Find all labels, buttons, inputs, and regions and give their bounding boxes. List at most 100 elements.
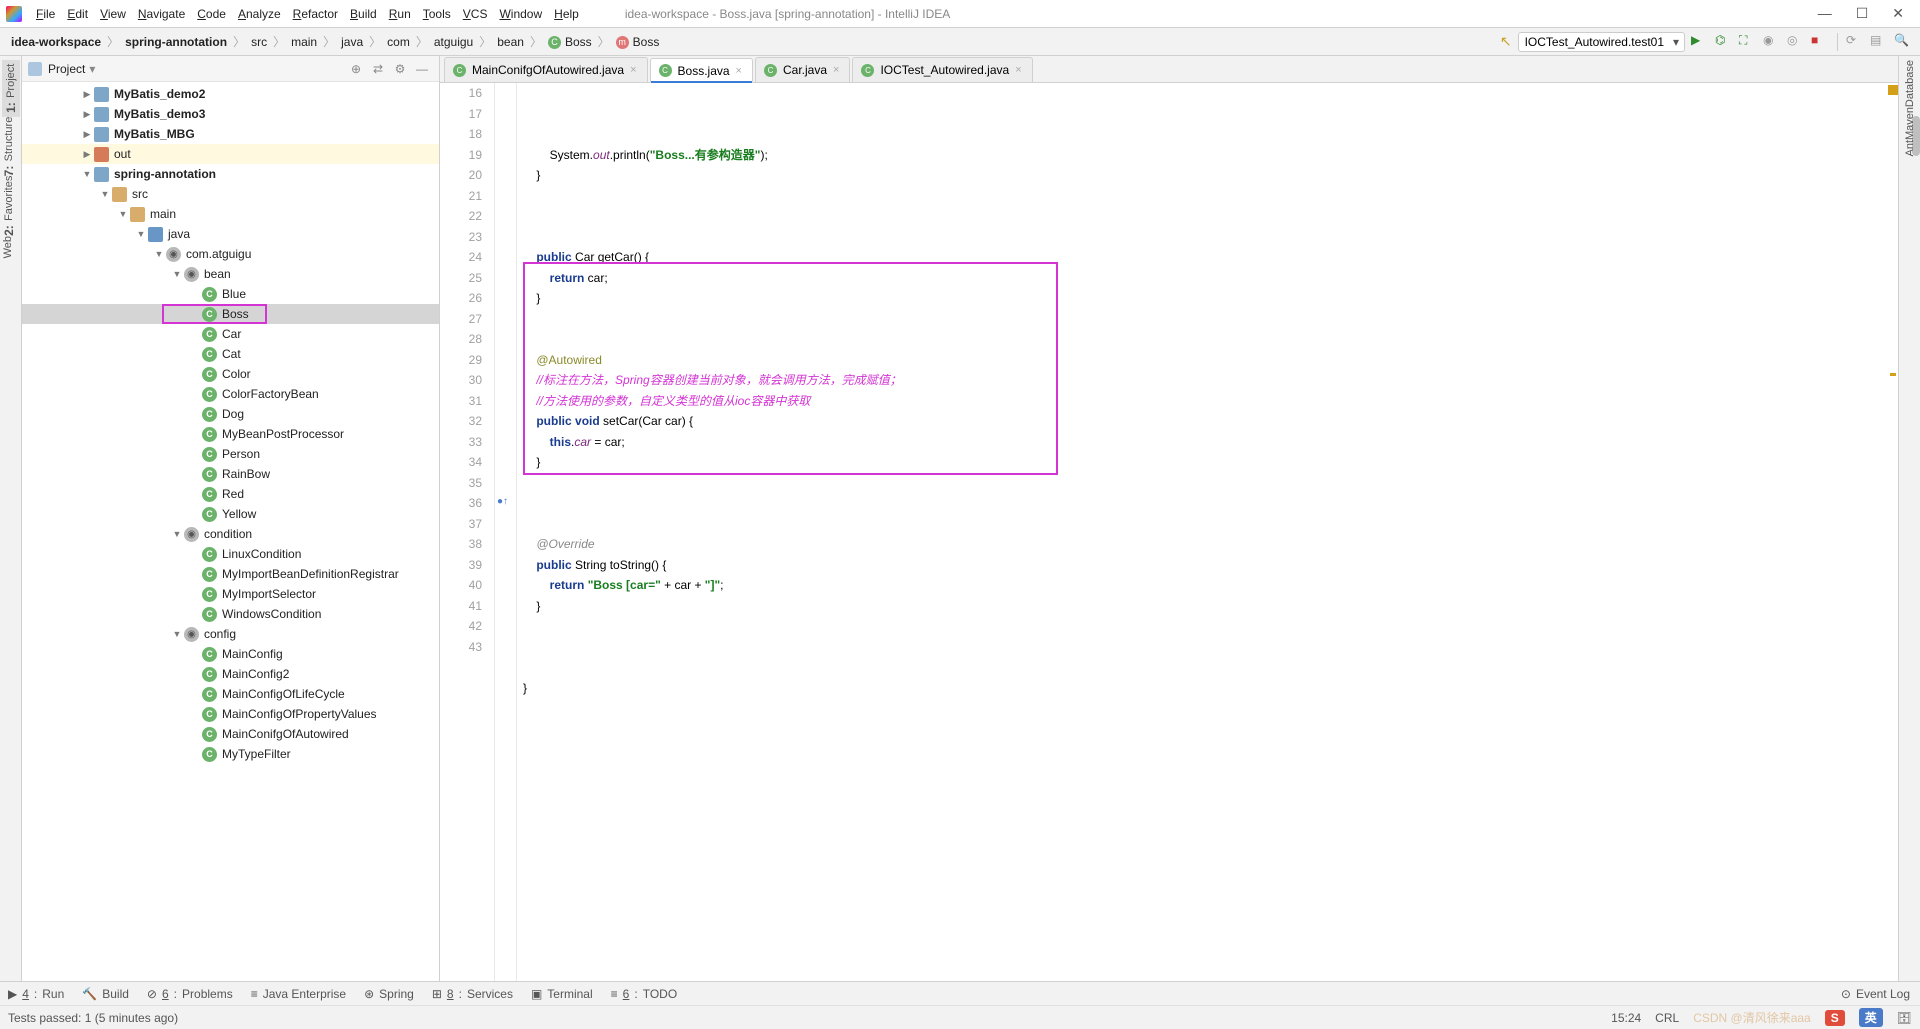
tree-item-mainconifgofautowired[interactable]: CMainConifgOfAutowired	[22, 724, 439, 744]
left-tab-favorites[interactable]: 2: Favorites	[2, 176, 16, 236]
menu-navigate[interactable]: Navigate	[132, 7, 191, 21]
tree-item-mytypefilter[interactable]: CMyTypeFilter	[22, 744, 439, 764]
stop-button[interactable]: ■	[1811, 33, 1829, 51]
tree-item-person[interactable]: CPerson	[22, 444, 439, 464]
editor-tab-car[interactable]: CCar.java×	[755, 57, 850, 82]
crumb-6[interactable]: atguigu	[431, 35, 476, 49]
menu-window[interactable]: Window	[493, 7, 548, 21]
left-tab-web[interactable]: Web	[2, 236, 14, 258]
tree-item-mainconfigoflifecycle[interactable]: CMainConfigOfLifeCycle	[22, 684, 439, 704]
tree-item-cat[interactable]: CCat	[22, 344, 439, 364]
crumb-3[interactable]: main	[288, 35, 320, 49]
menu-run[interactable]: Run	[383, 7, 417, 21]
crumb-2[interactable]: src	[248, 35, 270, 49]
bottom-tab-java-enterprise[interactable]: ≡Java Enterprise	[251, 987, 346, 1001]
menu-build[interactable]: Build	[344, 7, 383, 21]
tree-item-mybatis_demo2[interactable]: ▶MyBatis_demo2	[22, 84, 439, 104]
tree-item-windowscondition[interactable]: CWindowsCondition	[22, 604, 439, 624]
right-tab-ant[interactable]: Ant	[1904, 140, 1916, 157]
event-log-button[interactable]: ⊙ Event Log	[1841, 987, 1910, 1001]
tree-item-mybatis_demo3[interactable]: ▶MyBatis_demo3	[22, 104, 439, 124]
menu-analyze[interactable]: Analyze	[232, 7, 287, 21]
menu-vcs[interactable]: VCS	[457, 7, 494, 21]
tree-item-java[interactable]: ▼java	[22, 224, 439, 244]
bottom-tab-build[interactable]: 🔨Build	[82, 987, 129, 1001]
menu-edit[interactable]: Edit	[61, 7, 94, 21]
bottom-tab-spring[interactable]: ⊛Spring	[364, 987, 414, 1001]
crumb-1[interactable]: spring-annotation	[122, 35, 230, 49]
nav-back-icon[interactable]: ↖	[1500, 33, 1512, 50]
editor-tab-boss[interactable]: CBoss.java×	[650, 58, 753, 83]
breadcrumb[interactable]: idea-workspace〉spring-annotation〉src〉mai…	[8, 33, 662, 50]
project-struct-button[interactable]: ▤	[1870, 33, 1888, 51]
warning-marker[interactable]	[1890, 373, 1896, 376]
tree-item-mybatis_mbg[interactable]: ▶MyBatis_MBG	[22, 124, 439, 144]
menu-view[interactable]: View	[94, 7, 132, 21]
menu-help[interactable]: Help	[548, 7, 585, 21]
run-config-select[interactable]: IOCTest_Autowired.test01	[1518, 32, 1685, 52]
code-editor[interactable]: System.out.println("Boss...有参构造器"); } pu…	[517, 83, 1898, 981]
left-tab-project[interactable]: 1: Project	[2, 60, 20, 117]
menu-code[interactable]: Code	[191, 7, 232, 21]
hide-icon[interactable]: —	[414, 62, 430, 76]
tree-item-colorfactorybean[interactable]: CColorFactoryBean	[22, 384, 439, 404]
debug-button[interactable]: ⌬	[1715, 33, 1733, 51]
left-tab-structure[interactable]: 7: Structure	[2, 117, 16, 176]
tree-item-spring-annotation[interactable]: ▼spring-annotation	[22, 164, 439, 184]
project-panel-title[interactable]: Project	[48, 62, 85, 76]
concurrency-button[interactable]: ◎	[1787, 33, 1805, 51]
tree-item-myimportselector[interactable]: CMyImportSelector	[22, 584, 439, 604]
profiler-button[interactable]: ◉	[1763, 33, 1781, 51]
tree-item-boss[interactable]: CBoss	[22, 304, 439, 324]
tree-item-mybeanpostprocessor[interactable]: CMyBeanPostProcessor	[22, 424, 439, 444]
settings-icon[interactable]: ⚙	[392, 62, 408, 76]
error-stripe[interactable]	[1888, 83, 1898, 981]
menu-refactor[interactable]: Refactor	[287, 7, 344, 21]
tree-item-car[interactable]: CCar	[22, 324, 439, 344]
expand-icon[interactable]: ⇄	[370, 62, 386, 76]
close-icon[interactable]: ×	[736, 65, 742, 77]
bottom-tab-run[interactable]: ▶4: Run	[8, 987, 64, 1001]
close-button[interactable]: ✕	[1892, 5, 1904, 22]
tree-item-mainconfig[interactable]: CMainConfig	[22, 644, 439, 664]
tree-item-blue[interactable]: CBlue	[22, 284, 439, 304]
notifications-icon[interactable]: 🗄	[1897, 1011, 1912, 1025]
project-view-dropdown[interactable]: ▾	[89, 62, 95, 76]
tree-item-color[interactable]: CColor	[22, 364, 439, 384]
editor-tab-mainconifgofautowired[interactable]: CMainConifgOfAutowired.java×	[444, 57, 648, 82]
tree-item-com-atguigu[interactable]: ▼◉com.atguigu	[22, 244, 439, 264]
crumb-8[interactable]: CBoss	[545, 35, 595, 49]
ime-lang-badge[interactable]: 英	[1859, 1008, 1883, 1027]
maximize-button[interactable]: ☐	[1856, 5, 1869, 22]
bottom-tab-terminal[interactable]: ▣Terminal	[531, 987, 593, 1001]
menu-tools[interactable]: Tools	[417, 7, 457, 21]
tree-item-bean[interactable]: ▼◉bean	[22, 264, 439, 284]
gutter[interactable]: 1617181920212223242526272829303132333435…	[440, 83, 495, 981]
tree-item-main[interactable]: ▼main	[22, 204, 439, 224]
update-button[interactable]: ⟳	[1846, 33, 1864, 51]
project-tree[interactable]: ▶MyBatis_demo2▶MyBatis_demo3▶MyBatis_MBG…	[22, 82, 439, 981]
editor-tab-ioctest_autowired[interactable]: CIOCTest_Autowired.java×	[852, 57, 1032, 82]
bottom-tab-services[interactable]: ⊞8: Services	[432, 987, 513, 1001]
tree-item-condition[interactable]: ▼◉condition	[22, 524, 439, 544]
marker-column[interactable]: ●↑	[495, 83, 517, 981]
tree-item-rainbow[interactable]: CRainBow	[22, 464, 439, 484]
tree-item-config[interactable]: ▼◉config	[22, 624, 439, 644]
locate-icon[interactable]: ⊕	[348, 62, 364, 76]
tree-item-dog[interactable]: CDog	[22, 404, 439, 424]
crumb-0[interactable]: idea-workspace	[8, 35, 104, 49]
crumb-5[interactable]: com	[384, 35, 413, 49]
bottom-tab-todo[interactable]: ≡6: TODO	[611, 987, 678, 1001]
close-icon[interactable]: ×	[1015, 64, 1021, 76]
bottom-tab-problems[interactable]: ⊘6: Problems	[147, 987, 233, 1001]
tree-item-yellow[interactable]: CYellow	[22, 504, 439, 524]
analysis-indicator[interactable]	[1888, 85, 1898, 95]
close-icon[interactable]: ×	[833, 64, 839, 76]
right-tab-maven[interactable]: Maven	[1904, 107, 1916, 140]
minimize-button[interactable]: —	[1818, 5, 1832, 22]
right-tab-database[interactable]: Database	[1904, 60, 1916, 107]
crumb-7[interactable]: bean	[494, 35, 527, 49]
search-icon[interactable]: 🔍	[1894, 33, 1912, 51]
tree-item-mainconfigofpropertyvalues[interactable]: CMainConfigOfPropertyValues	[22, 704, 439, 724]
tree-item-linuxcondition[interactable]: CLinuxCondition	[22, 544, 439, 564]
